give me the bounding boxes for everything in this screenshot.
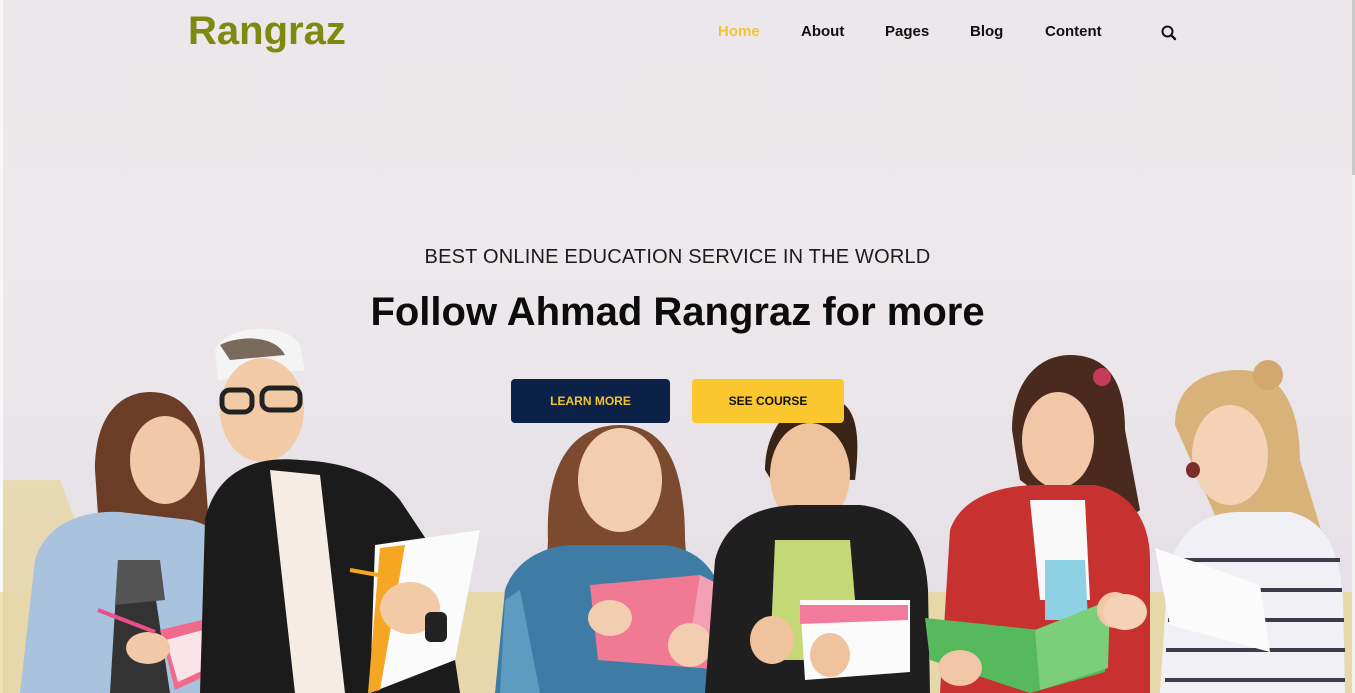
nav-item-blog[interactable]: Blog	[970, 22, 1003, 42]
hero-headline: Follow Ahmad Rangraz for more	[370, 290, 985, 334]
search-icon	[1161, 25, 1177, 41]
brand-logo[interactable]: Rangraz	[188, 9, 346, 53]
student-boy-glasses	[200, 328, 480, 693]
hero-students-image	[0, 328, 1355, 693]
nav-item-about[interactable]: About	[801, 22, 844, 42]
learn-more-button[interactable]: LEARN MORE	[511, 379, 670, 423]
hero-tagline: BEST ONLINE EDUCATION SERVICE IN THE WOR…	[424, 246, 931, 268]
nav-item-home[interactable]: Home	[718, 22, 760, 42]
page: Rangraz Home About Pages Blog Content BE…	[0, 0, 1355, 693]
student-girl-red-plaid	[925, 355, 1150, 693]
see-course-button[interactable]: SEE COURSE	[692, 379, 844, 423]
nav-item-pages[interactable]: Pages	[885, 22, 929, 42]
student-boy-center	[705, 398, 930, 693]
search-button[interactable]	[1160, 24, 1178, 42]
nav-item-content[interactable]: Content	[1045, 22, 1102, 42]
